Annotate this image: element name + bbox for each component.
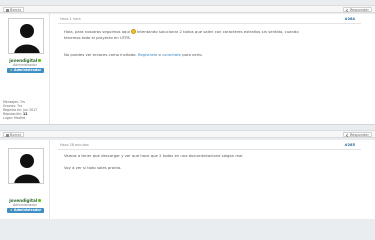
reply-button[interactable]: Responder bbox=[342, 132, 372, 137]
post: jovendigital Administrador ★Administrado… bbox=[0, 140, 375, 219]
post-divider bbox=[58, 149, 361, 150]
reply-icon bbox=[345, 133, 350, 137]
user-role: Administrador bbox=[13, 63, 37, 67]
location: Lugar: Madrid bbox=[3, 116, 26, 121]
post-body: Voy a ver si todo sales pronto. bbox=[64, 165, 122, 170]
login-link[interactable]: conectate bbox=[162, 52, 181, 57]
delete-button[interactable]: Borrar bbox=[3, 7, 25, 12]
post: jovendigital Administrador ★Administrado… bbox=[0, 14, 375, 124]
user-panel: jovendigital Administrador ★Administrado… bbox=[0, 14, 50, 124]
trash-icon bbox=[6, 8, 9, 12]
post-separator bbox=[0, 124, 375, 125]
trash-icon bbox=[6, 133, 9, 137]
guest-link-notice: No puedes ver enlaces como invitado. Reg… bbox=[64, 52, 203, 57]
online-status-icon bbox=[38, 199, 41, 202]
role-badge: ★Administrador bbox=[7, 68, 44, 73]
register-link[interactable]: Registrate bbox=[138, 52, 157, 57]
role-badge: ★Administrador bbox=[7, 208, 44, 213]
avatar[interactable] bbox=[8, 18, 44, 54]
reply-icon bbox=[345, 8, 350, 12]
post-number[interactable]: #285 bbox=[344, 143, 355, 147]
user-role: Administrador bbox=[13, 203, 37, 207]
post-time: Hace 28 minutos bbox=[60, 143, 89, 147]
user-silhouette-icon bbox=[14, 154, 40, 183]
post-time: Hace 1 hora bbox=[60, 17, 81, 21]
reply-button[interactable]: Responder bbox=[342, 7, 372, 12]
star-icon: ★ bbox=[9, 68, 13, 72]
smiley-icon bbox=[130, 29, 136, 34]
user-panel: jovendigital Administrador ★Administrado… bbox=[0, 140, 50, 219]
online-status-icon bbox=[38, 59, 41, 62]
post-divider bbox=[58, 23, 361, 24]
user-stats: Mensajes: 7rs Gracias: 7rs Registro en: … bbox=[3, 100, 49, 120]
post-body: Vamos a tener que descargar y ver que ha… bbox=[64, 153, 244, 158]
post-toolbar: Borrar Responder bbox=[0, 5, 375, 13]
post-body: Hola, para nosotros seguimos aqui Intenta… bbox=[64, 29, 299, 40]
post-toolbar: Borrar Responder bbox=[0, 130, 375, 138]
avatar[interactable] bbox=[8, 148, 44, 184]
user-silhouette-icon bbox=[14, 24, 40, 53]
star-icon: ★ bbox=[9, 208, 13, 212]
delete-button[interactable]: Borrar bbox=[3, 132, 25, 137]
post-number[interactable]: #284 bbox=[344, 17, 355, 21]
